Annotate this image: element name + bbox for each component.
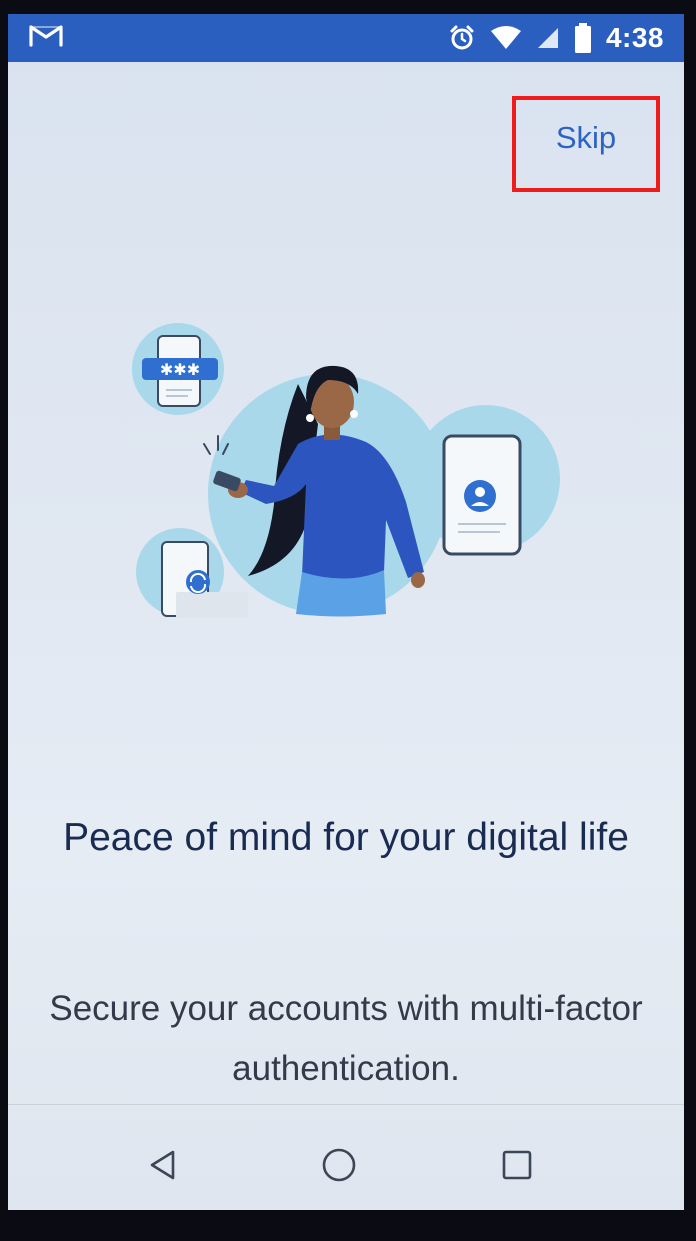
home-icon — [322, 1148, 356, 1182]
status-icons: 4:38 — [448, 14, 664, 62]
back-button[interactable] — [138, 1140, 188, 1190]
status-time: 4:38 — [605, 22, 664, 53]
svg-text:✱✱✱: ✱✱✱ — [160, 360, 200, 379]
gmail-m-icon — [29, 25, 63, 47]
woman-with-phone-security-illustration: ✱✱✱ — [132, 323, 560, 618]
battery-icon — [574, 23, 591, 53]
alarm-icon — [450, 25, 474, 50]
status-bar: 4:38 — [8, 14, 684, 62]
back-icon — [150, 1150, 175, 1180]
onboarding-headline: Peace of mind for your digital life — [63, 816, 629, 859]
phone-lock-icon — [412, 405, 560, 556]
recents-icon — [502, 1150, 532, 1180]
nav-divider — [8, 1104, 684, 1105]
screen: 4:38 Skip ✱✱✱ Peace of mind for your dig… — [8, 14, 684, 1210]
skip-button[interactable]: Skip — [512, 96, 660, 192]
password-card-icon: ✱✱✱ — [132, 323, 224, 415]
navigation-bar — [8, 1106, 684, 1210]
onboarding-subtitle: Secure your accounts with multi-factor a… — [49, 989, 643, 1088]
device-frame: 4:38 Skip ✱✱✱ Peace of mind for your dig… — [0, 0, 696, 1241]
home-button[interactable] — [314, 1140, 364, 1190]
signal-icon — [537, 28, 558, 48]
recents-button[interactable] — [492, 1140, 542, 1190]
wifi-icon — [490, 26, 521, 49]
skip-button-label: Skip — [555, 120, 617, 155]
